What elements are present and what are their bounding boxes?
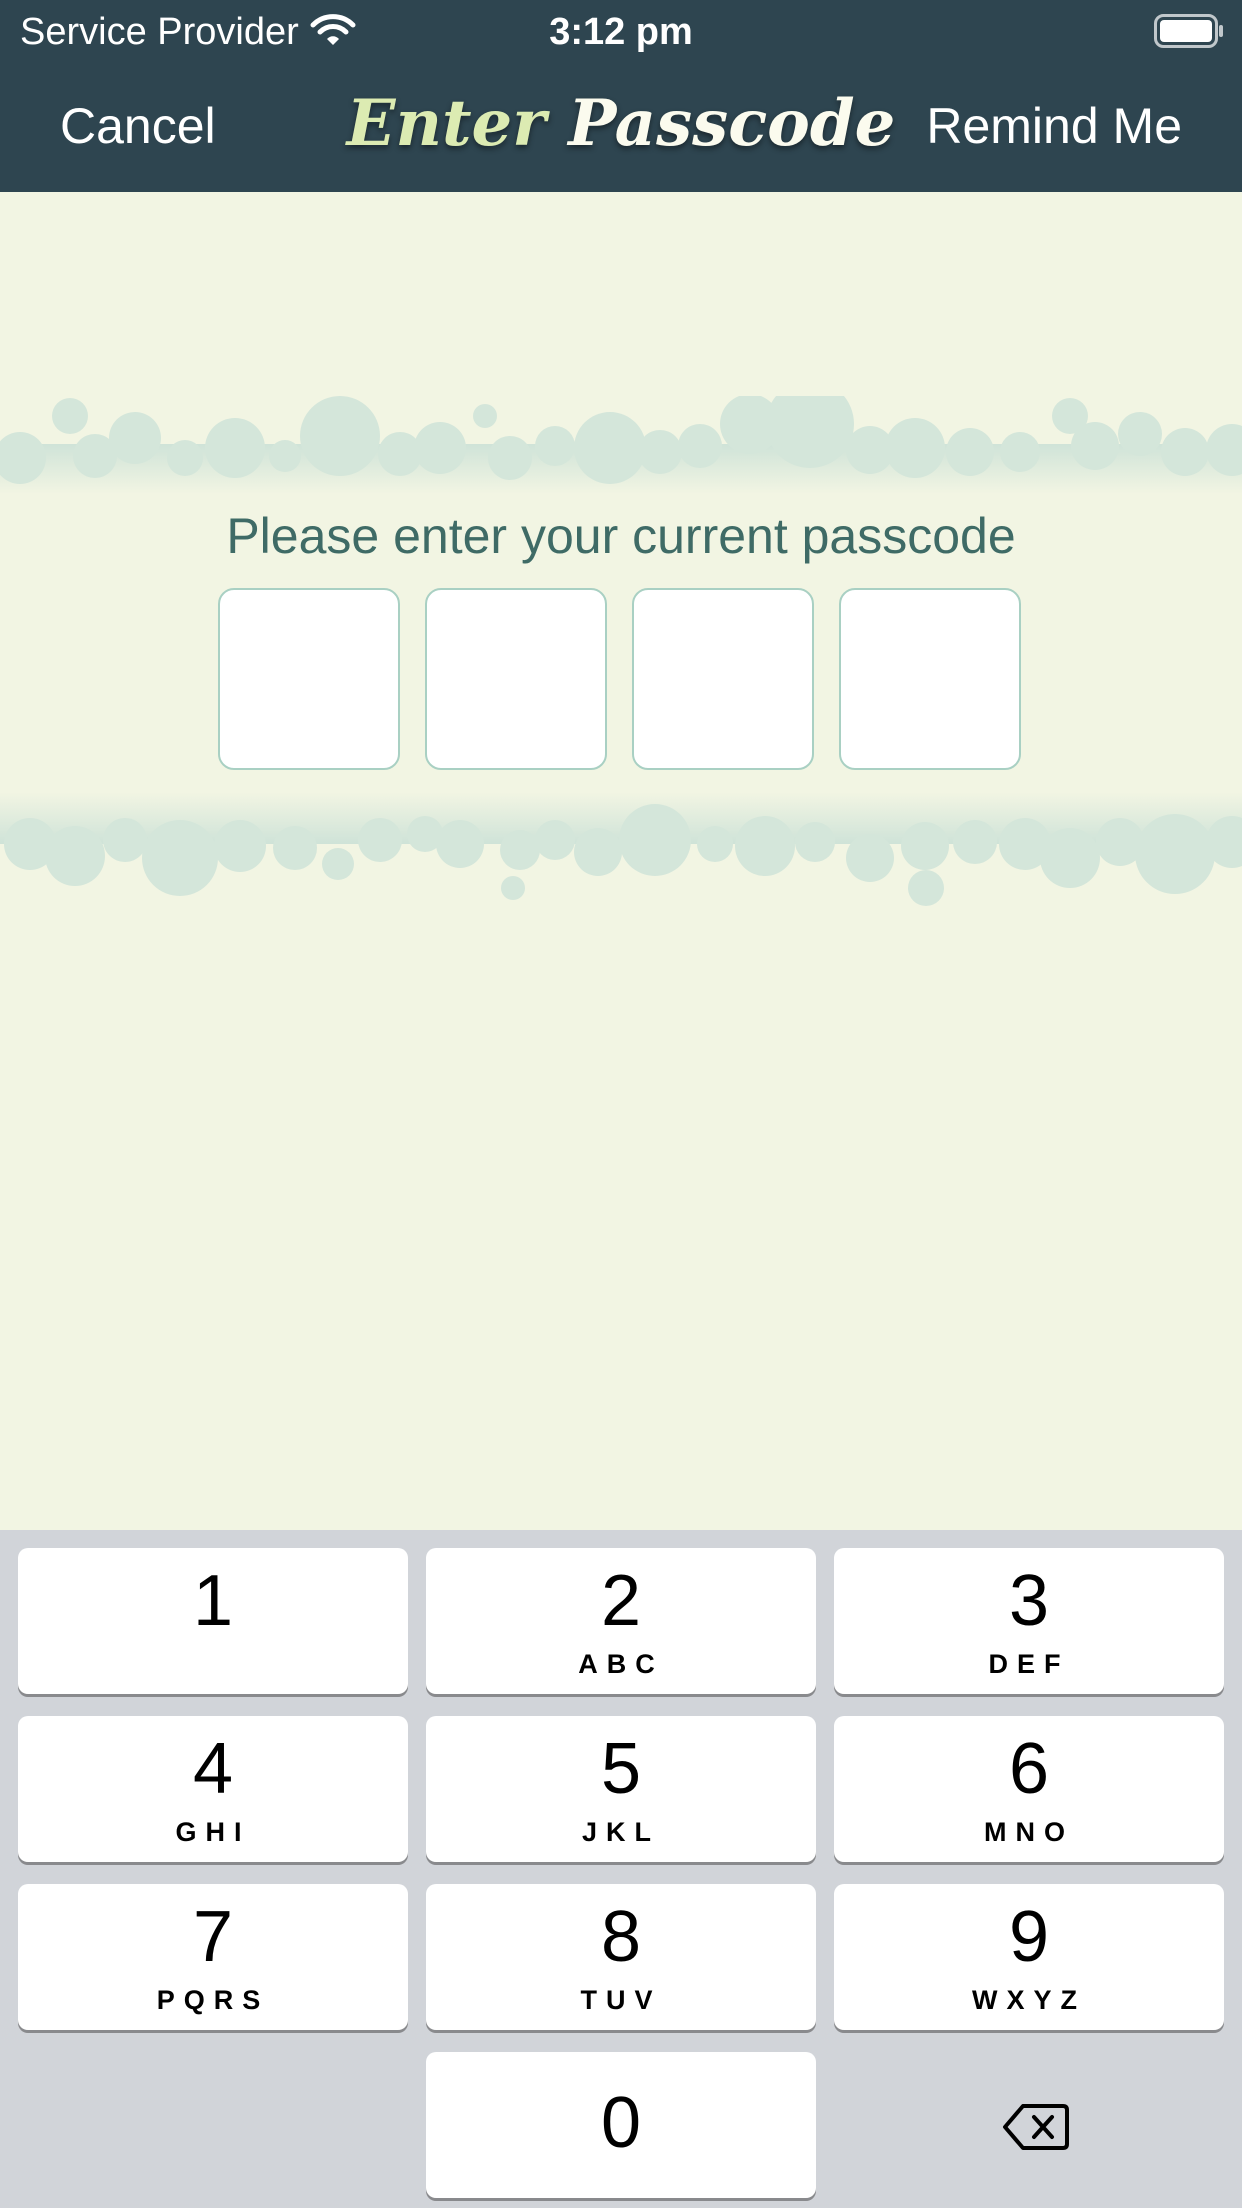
key-digit: 2 xyxy=(600,1561,642,1641)
status-time: 3:12 pm xyxy=(549,11,693,53)
key-letters: MNO xyxy=(984,1817,1074,1847)
passcode-digit-box-2[interactable] xyxy=(425,588,607,770)
key-4[interactable]: 4 GHI xyxy=(18,1716,408,1862)
key-digit: 7 xyxy=(192,1897,234,1977)
key-digit: 4 xyxy=(192,1729,234,1809)
key-0[interactable]: 0 xyxy=(426,2052,816,2198)
key-digit: 8 xyxy=(600,1897,642,1977)
passcode-digit-box-4[interactable] xyxy=(839,588,1021,770)
key-3[interactable]: 3 DEF xyxy=(834,1548,1224,1694)
key-letters: JKL xyxy=(581,1817,660,1847)
battery-icon xyxy=(1154,14,1223,48)
passcode-digit-box-3[interactable] xyxy=(632,588,814,770)
key-9[interactable]: 9 WXYZ xyxy=(834,1884,1224,2030)
key-8[interactable]: 8 TUV xyxy=(426,1884,816,2030)
key-2[interactable]: 2 ABC xyxy=(426,1548,816,1694)
key-digit: 9 xyxy=(1008,1897,1050,1977)
key-5[interactable]: 5 JKL xyxy=(426,1716,816,1862)
key-digit: 0 xyxy=(600,2083,642,2163)
passcode-boxes xyxy=(218,588,1024,770)
title-second-word: Passcode xyxy=(568,86,896,161)
delete-backspace-icon xyxy=(1003,2104,1069,2150)
passcode-prompt: Please enter your current passcode xyxy=(226,508,1016,564)
key-digit: 3 xyxy=(1008,1561,1050,1641)
top-bar: Service Provider 3:12 pm Cancel Enter Pa… xyxy=(0,0,1242,192)
key-7[interactable]: 7 PQRS xyxy=(18,1884,408,2030)
key-letters: PQRS xyxy=(156,1985,270,2015)
key-letters: DEF xyxy=(988,1649,1070,1679)
key-letters: GHI xyxy=(175,1817,251,1847)
key-digit: 5 xyxy=(600,1729,642,1809)
key-letters: TUV xyxy=(580,1985,662,2015)
remind-me-button[interactable]: Remind Me xyxy=(926,96,1182,156)
delete-key[interactable] xyxy=(834,2052,1224,2198)
key-digit: 6 xyxy=(1008,1729,1050,1809)
passcode-digit-box-1[interactable] xyxy=(218,588,400,770)
key-6[interactable]: 6 MNO xyxy=(834,1716,1224,1862)
key-digit: 1 xyxy=(192,1561,234,1641)
key-1[interactable]: 1 xyxy=(18,1548,408,1694)
key-letters: ABC xyxy=(578,1649,664,1679)
title-first-word: Enter xyxy=(346,86,546,161)
key-letters: WXYZ xyxy=(972,1985,1086,2015)
